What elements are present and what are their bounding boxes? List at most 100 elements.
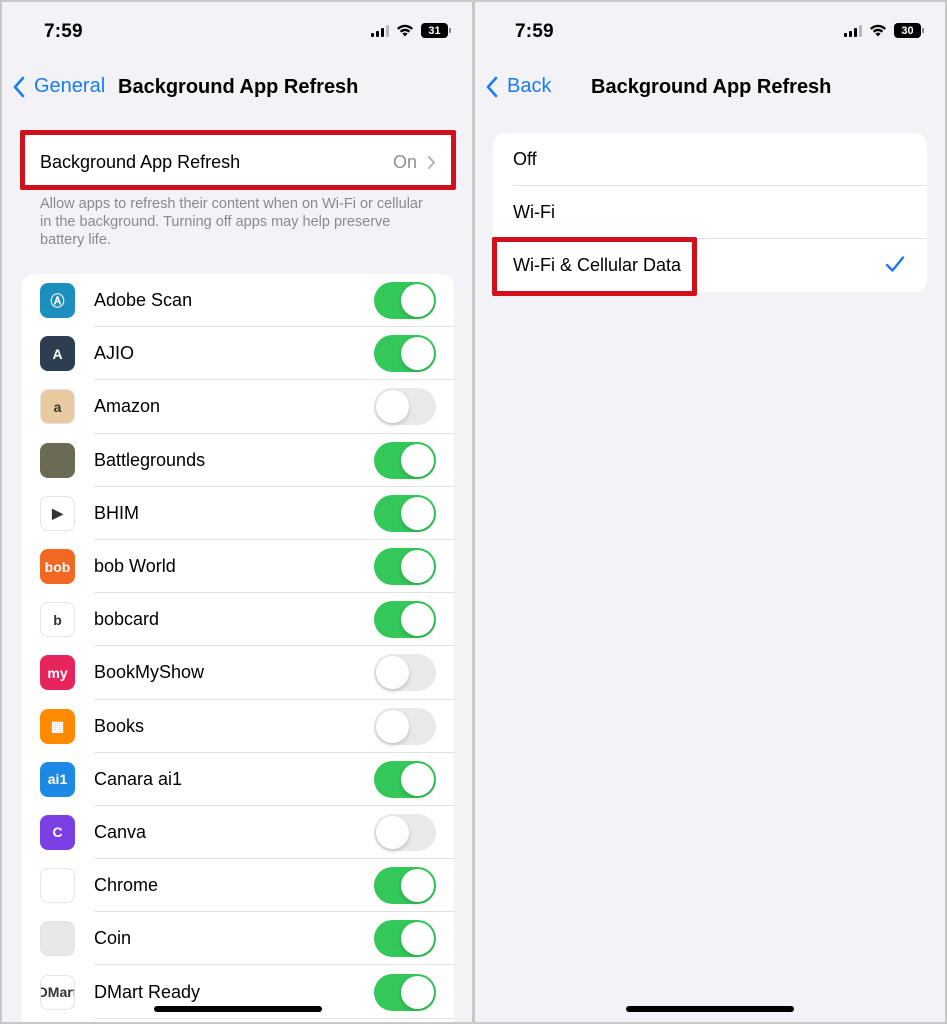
setting-group: Background App Refresh On xyxy=(22,135,454,189)
app-icon: A xyxy=(40,336,75,372)
app-refresh-toggle[interactable] xyxy=(374,548,436,586)
toggle-knob xyxy=(401,284,434,318)
toggle-knob xyxy=(401,922,434,956)
back-button-general[interactable]: General xyxy=(12,75,105,98)
app-name: Canva xyxy=(94,821,147,842)
refresh-option-row[interactable]: Off xyxy=(493,133,927,186)
refresh-option-row[interactable]: Wi-Fi xyxy=(493,186,927,239)
refresh-option-row[interactable]: Wi-Fi & Cellular Data xyxy=(493,239,927,292)
setting-label: Background App Refresh xyxy=(40,151,241,172)
status-time: 7:59 xyxy=(44,21,83,42)
panel-divider xyxy=(472,0,475,1024)
app-row: Coin xyxy=(22,912,454,966)
navigation-bar: General Background App Refresh xyxy=(2,66,472,110)
toggle-knob xyxy=(376,709,409,743)
app-row: Battlegrounds xyxy=(22,434,454,487)
app-row: b bobcard xyxy=(22,593,454,647)
left-screen: 7:59 31 General Background App Refresh B… xyxy=(2,2,472,1022)
app-icon xyxy=(40,442,75,478)
status-time: 7:59 xyxy=(515,21,554,42)
toggle-knob xyxy=(401,975,434,1009)
app-row: A AJIO xyxy=(22,327,454,381)
app-icon: ai1 xyxy=(40,761,75,797)
right-screen: 7:59 30 Back Background App Refresh Off W… xyxy=(475,2,945,1022)
app-name: BookMyShow xyxy=(94,662,205,683)
app-name: bobcard xyxy=(94,609,160,630)
refresh-options-list: Off Wi-Fi Wi-Fi & Cellular Data xyxy=(493,133,927,292)
app-refresh-toggle[interactable] xyxy=(374,654,436,692)
app-icon: Ⓐ xyxy=(40,283,75,319)
chevron-right-icon xyxy=(428,155,435,169)
toggle-knob xyxy=(401,550,434,584)
setting-value: On xyxy=(392,151,417,172)
app-row: ▦ Books xyxy=(22,700,454,753)
app-row: C Canva xyxy=(22,806,454,860)
row-separator xyxy=(94,1017,454,1019)
home-indicator xyxy=(154,1006,322,1012)
app-refresh-toggle[interactable] xyxy=(374,707,436,745)
battery-icon: 31 xyxy=(421,23,451,38)
toggle-knob xyxy=(401,443,434,477)
app-row: a Amazon xyxy=(22,380,454,434)
app-name: DMart Ready xyxy=(94,981,201,1002)
app-row: my BookMyShow xyxy=(22,646,454,700)
wifi-icon xyxy=(397,24,413,37)
option-label: Wi-Fi xyxy=(513,202,555,222)
app-refresh-toggle[interactable] xyxy=(374,441,436,479)
app-name: AJIO xyxy=(94,343,135,364)
app-name: Amazon xyxy=(94,396,161,417)
app-name: bob World xyxy=(94,556,176,577)
app-name: Chrome xyxy=(94,875,159,896)
app-refresh-toggle[interactable] xyxy=(374,867,436,905)
app-icon: C xyxy=(40,814,75,850)
app-name: Adobe Scan xyxy=(94,290,193,311)
app-icon xyxy=(40,921,75,957)
background-app-refresh-row[interactable]: Background App Refresh On xyxy=(22,135,454,189)
app-refresh-toggle[interactable] xyxy=(374,601,436,639)
app-icon: my xyxy=(40,655,75,691)
app-name: Coin xyxy=(94,928,132,949)
battery-icon: 30 xyxy=(894,23,924,38)
cellular-signal-icon xyxy=(844,24,862,37)
app-refresh-toggle[interactable] xyxy=(374,973,436,1011)
app-icon: b xyxy=(40,602,75,638)
app-refresh-toggle[interactable] xyxy=(374,335,436,373)
app-refresh-toggle[interactable] xyxy=(374,760,436,798)
app-row: ▶ BHIM xyxy=(22,487,454,540)
app-name: Canara ai1 xyxy=(94,768,183,789)
back-label: General xyxy=(34,75,106,97)
chevron-left-icon xyxy=(13,76,25,97)
chevron-left-icon xyxy=(486,76,498,97)
app-name: Battlegrounds xyxy=(94,449,206,470)
app-icon: bob xyxy=(40,549,75,585)
app-icon: ▦ xyxy=(40,708,75,744)
setting-footnote: Allow apps to refresh their content when… xyxy=(40,196,423,248)
back-button[interactable]: Back xyxy=(485,75,551,98)
checkmark-icon xyxy=(885,256,905,272)
toggle-knob xyxy=(401,603,434,637)
app-refresh-toggle[interactable] xyxy=(374,388,436,426)
app-row: Ⓐ Adobe Scan xyxy=(22,274,454,328)
home-indicator xyxy=(626,1006,794,1012)
back-label: Back xyxy=(507,75,552,97)
app-refresh-toggle[interactable] xyxy=(374,494,436,532)
toggle-knob xyxy=(376,656,409,690)
app-icon xyxy=(40,868,75,904)
app-refresh-toggle[interactable] xyxy=(374,920,436,958)
app-refresh-toggle[interactable] xyxy=(374,813,436,851)
app-row: ai1 Canara ai1 xyxy=(22,753,454,806)
toggle-knob xyxy=(401,337,434,371)
option-label: Off xyxy=(513,149,537,169)
toggle-knob xyxy=(401,496,434,530)
app-icon: DMart xyxy=(40,974,75,1010)
app-row: Chrome xyxy=(22,859,454,913)
app-icon: a xyxy=(40,389,75,425)
status-bar: 7:59 31 xyxy=(2,2,472,58)
app-refresh-toggle[interactable] xyxy=(374,282,436,320)
toggle-knob xyxy=(401,762,434,796)
toggle-knob xyxy=(376,390,409,424)
app-name: Books xyxy=(94,715,145,736)
option-label: Wi-Fi & Cellular Data xyxy=(513,255,682,275)
cellular-signal-icon xyxy=(371,24,389,37)
app-icon: ▶ xyxy=(40,495,75,531)
